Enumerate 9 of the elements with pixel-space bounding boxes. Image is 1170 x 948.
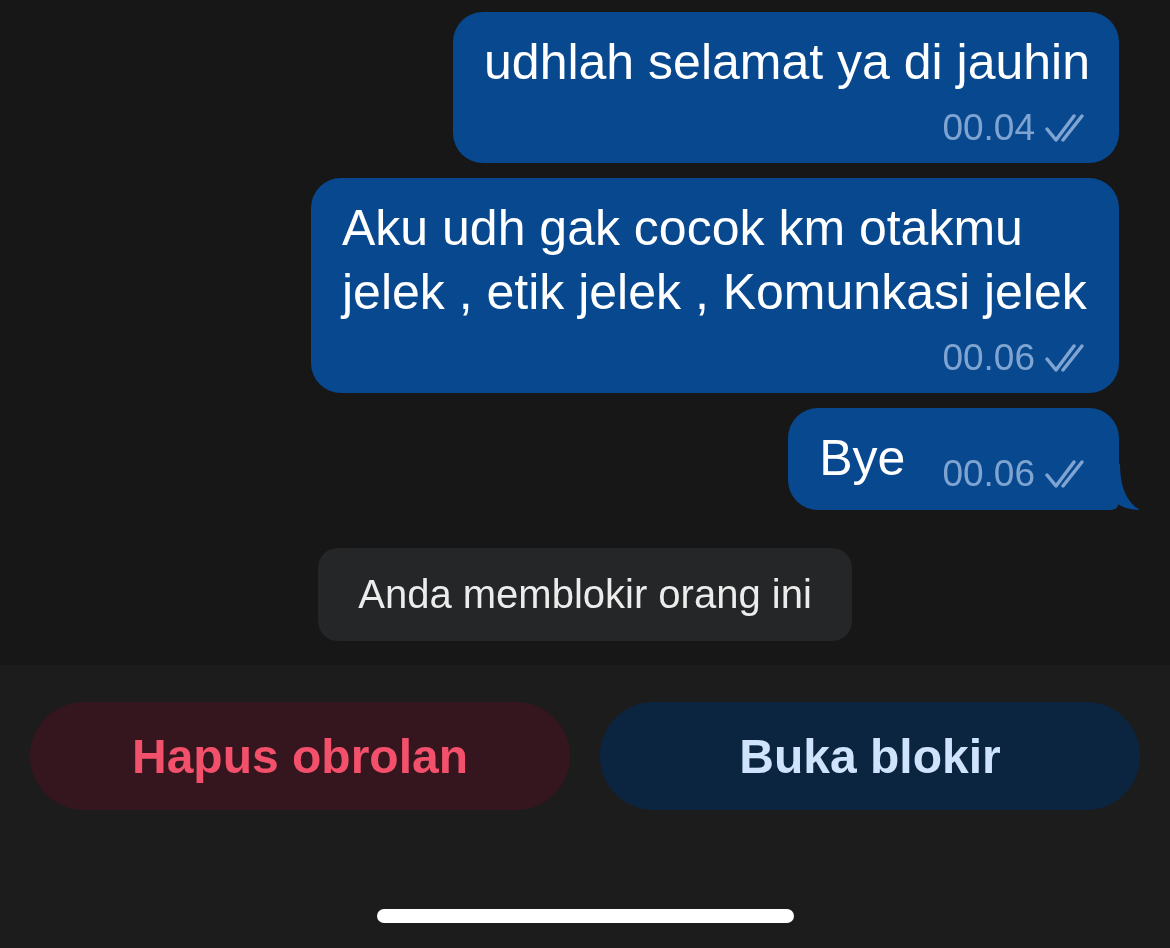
message-text: Aku udh gak cocok km otakmu jelek , etik jelek , Komunkasi jelek: [342, 199, 1088, 322]
message-text: Bye: [819, 429, 906, 488]
delete-chat-button[interactable]: Hapus obrolan: [30, 702, 570, 810]
message-time: 00.04: [942, 106, 1035, 150]
unblock-button[interactable]: Buka blokir: [600, 702, 1140, 810]
message-time: 00.06: [942, 452, 1035, 496]
message-time: 00.06: [942, 336, 1035, 380]
message-text: udhlah selamat ya di jauhin: [484, 33, 1090, 92]
blocked-notice: Anda memblokir orang ini: [318, 548, 852, 641]
